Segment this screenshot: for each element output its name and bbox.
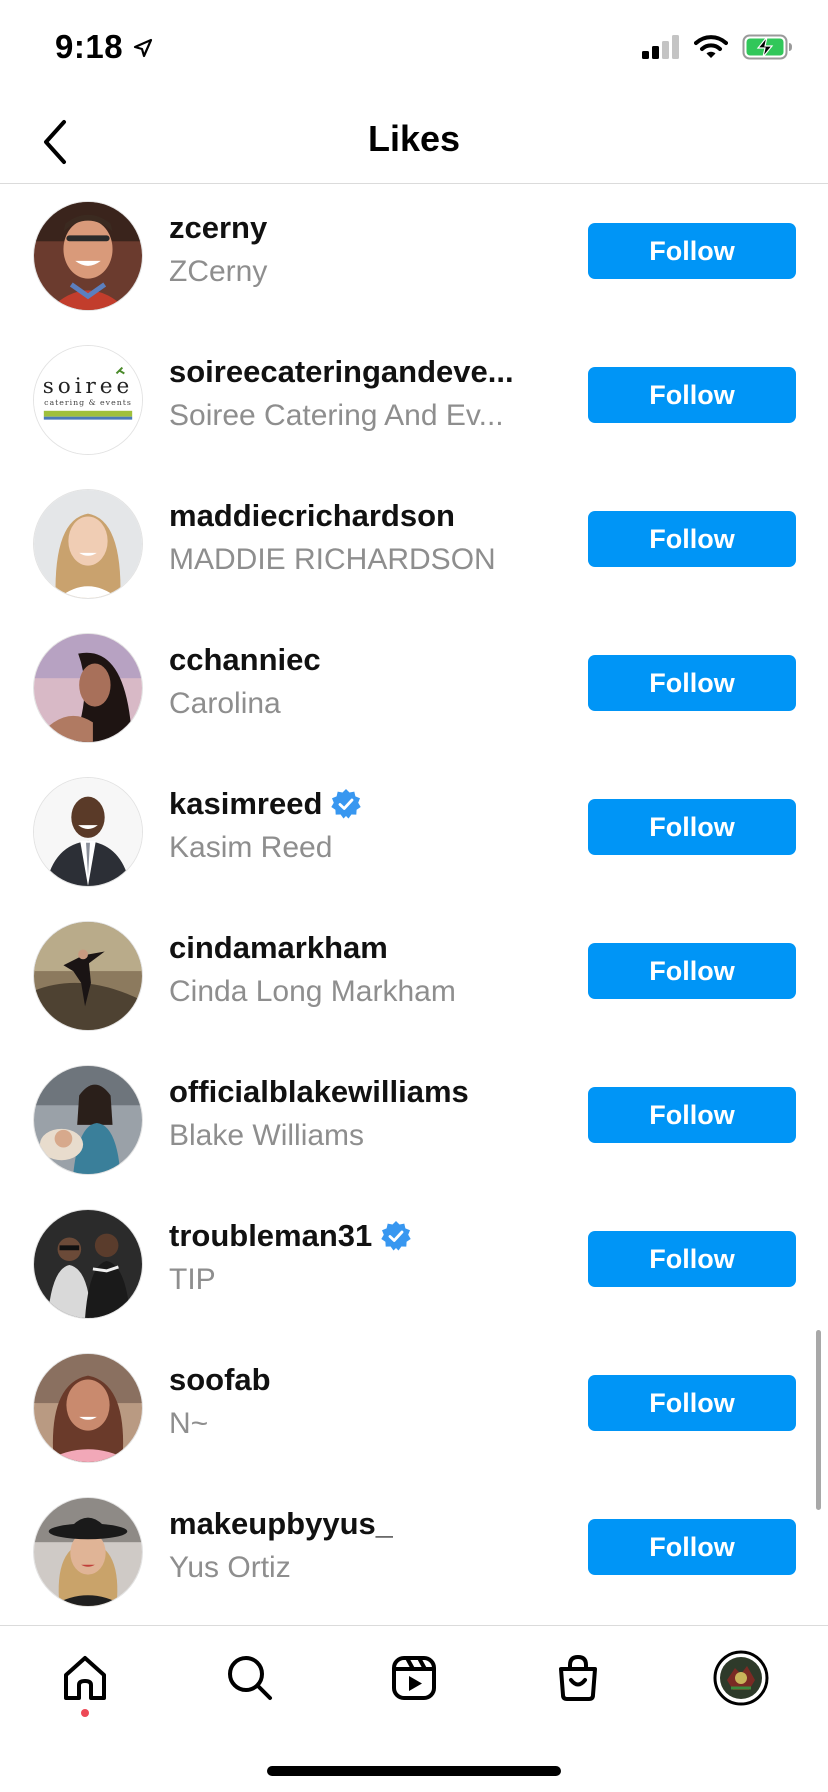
- avatar[interactable]: [33, 201, 143, 311]
- user-names: cchanniec Carolina: [169, 641, 539, 724]
- list-item[interactable]: kasimreed Kasim Reed Follow: [0, 749, 828, 893]
- avatar[interactable]: [33, 1209, 143, 1319]
- username-line: soireecateringandeve...: [169, 353, 539, 391]
- battery-charging-icon: [742, 34, 794, 65]
- username-line: makeupbyyus_: [169, 1505, 539, 1543]
- soiree-logo-name: soiree: [43, 374, 133, 399]
- username[interactable]: cindamarkham: [169, 929, 388, 967]
- tab-home[interactable]: [53, 1646, 117, 1710]
- time-text: 9:18: [55, 28, 124, 65]
- list-item[interactable]: makeupbyyus_ Yus Ortiz Follow: [0, 1469, 828, 1613]
- full-name: Blake Williams: [169, 1119, 365, 1152]
- user-names: zcerny ZCerny: [169, 209, 539, 292]
- user-names: maddiecrichardson MADDIE RICHARDSON: [169, 497, 539, 580]
- list-item[interactable]: zcerny ZCerny Follow: [0, 185, 828, 317]
- likes-list[interactable]: zcerny ZCerny Follow soiree catering & e…: [0, 185, 828, 1625]
- reels-icon: [392, 1656, 436, 1700]
- follow-button[interactable]: Follow: [588, 1375, 796, 1431]
- list-item[interactable]: cindamarkham Cinda Long Markham Follow: [0, 893, 828, 1037]
- follow-button[interactable]: Follow: [588, 1087, 796, 1143]
- location-arrow-icon: [133, 28, 153, 66]
- status-time: 9:18: [55, 28, 153, 66]
- home-icon: [64, 1656, 106, 1700]
- status-icons: [642, 34, 794, 65]
- search-icon: [228, 1656, 272, 1700]
- avatar[interactable]: [33, 1353, 143, 1463]
- full-name: Kasim Reed: [169, 831, 333, 864]
- list-item[interactable]: troubleman31 TIP Follow: [0, 1181, 828, 1325]
- full-name: Cinda Long Markham: [169, 975, 456, 1008]
- profile-avatar: [713, 1650, 769, 1706]
- shop-icon: [559, 1654, 597, 1701]
- tab-reels[interactable]: [382, 1646, 446, 1710]
- username-line: soofab: [169, 1361, 539, 1399]
- status-bar: 9:18: [0, 0, 828, 100]
- full-name: Soiree Catering And Ev...: [169, 399, 504, 432]
- full-name: N~: [169, 1407, 209, 1440]
- avatar[interactable]: [33, 777, 143, 887]
- soiree-logo-tagline: catering & events: [44, 398, 132, 407]
- username[interactable]: makeupbyyus_: [169, 1505, 393, 1543]
- user-names: makeupbyyus_ Yus Ortiz: [169, 1505, 539, 1588]
- tab-profile[interactable]: [709, 1646, 773, 1710]
- username-line: cchanniec: [169, 641, 539, 679]
- notification-dot: [81, 1709, 89, 1717]
- verified-badge-icon: [381, 1221, 411, 1251]
- username-line: cindamarkham: [169, 929, 539, 967]
- page-title: Likes: [367, 118, 461, 159]
- full-name: ZCerny: [169, 255, 268, 288]
- user-names: cindamarkham Cinda Long Markham: [169, 929, 539, 1012]
- full-name: TIP: [169, 1263, 216, 1296]
- follow-button[interactable]: Follow: [588, 943, 796, 999]
- follow-button[interactable]: Follow: [588, 1519, 796, 1575]
- wifi-icon: [694, 34, 728, 65]
- username[interactable]: troubleman31: [169, 1217, 372, 1255]
- list-item[interactable]: [0, 1613, 828, 1625]
- username-line: officialblakewilliams: [169, 1073, 539, 1111]
- follow-button[interactable]: Follow: [588, 1231, 796, 1287]
- user-names: soofab N~: [169, 1361, 539, 1444]
- avatar[interactable]: [33, 921, 143, 1031]
- username[interactable]: officialblakewilliams: [169, 1073, 469, 1111]
- follow-button[interactable]: Follow: [588, 655, 796, 711]
- full-name: Yus Ortiz: [169, 1551, 291, 1584]
- user-names: troubleman31 TIP: [169, 1217, 539, 1300]
- username[interactable]: kasimreed: [169, 785, 322, 823]
- username-line: maddiecrichardson: [169, 497, 539, 535]
- follow-button[interactable]: Follow: [588, 223, 796, 279]
- username-line: zcerny: [169, 209, 539, 247]
- avatar[interactable]: soiree catering & events: [33, 345, 143, 455]
- username[interactable]: cchanniec: [169, 641, 321, 679]
- avatar[interactable]: [33, 1065, 143, 1175]
- follow-button[interactable]: Follow: [588, 799, 796, 855]
- list-item[interactable]: soiree catering & events soireecateringa…: [0, 317, 828, 461]
- avatar[interactable]: [33, 489, 143, 599]
- user-names: kasimreed Kasim Reed: [169, 785, 539, 868]
- avatar[interactable]: [33, 1497, 143, 1607]
- tab-shop[interactable]: [546, 1646, 610, 1710]
- cellular-signal-icon: [642, 35, 680, 64]
- full-name: MADDIE RICHARDSON: [169, 543, 496, 576]
- home-indicator[interactable]: [267, 1766, 561, 1776]
- list-item[interactable]: officialblakewilliams Blake Williams Fol…: [0, 1037, 828, 1181]
- follow-button[interactable]: Follow: [588, 367, 796, 423]
- list-item[interactable]: cchanniec Carolina Follow: [0, 605, 828, 749]
- username[interactable]: maddiecrichardson: [169, 497, 455, 535]
- user-names: officialblakewilliams Blake Williams: [169, 1073, 539, 1156]
- user-names: soireecateringandeve... Soiree Catering …: [169, 353, 539, 436]
- scrollbar[interactable]: [816, 1330, 821, 1510]
- username-line: kasimreed: [169, 785, 539, 823]
- follow-button[interactable]: Follow: [588, 511, 796, 567]
- username[interactable]: soofab: [169, 1361, 271, 1399]
- verified-badge-icon: [331, 789, 362, 819]
- tab-search[interactable]: [218, 1646, 282, 1710]
- username[interactable]: zcerny: [169, 209, 267, 247]
- header: Likes: [0, 100, 828, 184]
- username-line: troubleman31: [169, 1217, 539, 1255]
- list-item[interactable]: soofab N~ Follow: [0, 1325, 828, 1469]
- username[interactable]: soireecateringandeve...: [169, 353, 514, 391]
- list-item[interactable]: maddiecrichardson MADDIE RICHARDSON Foll…: [0, 461, 828, 605]
- avatar[interactable]: [33, 633, 143, 743]
- full-name: Carolina: [169, 687, 281, 720]
